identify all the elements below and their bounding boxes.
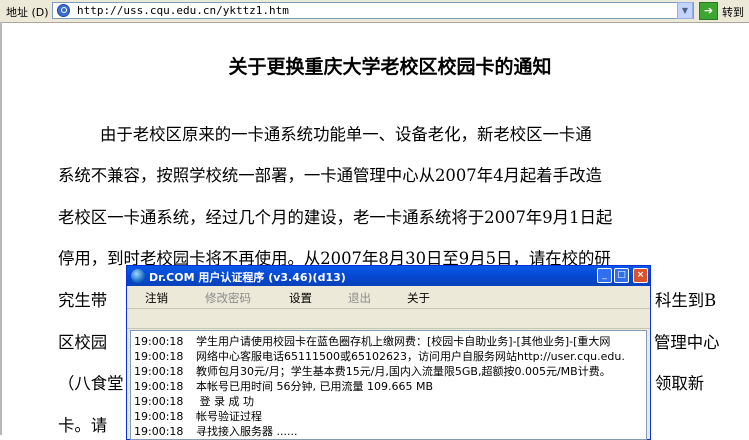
log-row: 19:00:18 网络中心客服电话65111500或65102623，访问用户自服… [134, 348, 625, 364]
paragraph-line: 管理中心 [654, 333, 720, 352]
go-arrow-icon[interactable]: ➔ [699, 2, 718, 20]
client-titlebar[interactable]: Dr.COM 用户认证程序 (v3.46)(d13) _ □ × [127, 266, 650, 286]
log-text: 帐号验证过程 [196, 410, 262, 423]
app-globe-icon [131, 269, 145, 283]
page-title: 关于更换重庆大学老校区校园卡的通知 [228, 56, 552, 78]
menu-about[interactable]: 关于 [407, 290, 430, 306]
log-time: 19:00:18 [134, 365, 184, 378]
address-label: 地址 (D) [6, 6, 49, 19]
address-input[interactable]: http://uss.cqu.edu.cn/ykttz1.htm [52, 2, 694, 19]
minimize-icon[interactable]: _ [597, 268, 612, 283]
log-text: 网络中心客服电话65111500或65102623，访问用户自服务网站http:… [196, 350, 625, 363]
paragraph-line: 科生到B [655, 291, 717, 310]
paragraph-line: 卡。请 [58, 416, 108, 435]
log-time: 19:00:18 [134, 350, 184, 363]
menu-exit[interactable]: 退出 [348, 290, 371, 306]
log-row: 19:00:18 帐号验证过程 [134, 408, 262, 424]
log-text: 教师包月30元/月；学生基本费15元/月,国内入流量限5GB,超额按0.005元… [196, 365, 611, 378]
log-text: 本帐号已用时间 56分钟, 已用流量 109.665 MB [196, 380, 434, 393]
paragraph-line: （八食堂 [58, 374, 124, 393]
go-button[interactable]: 转到 [722, 4, 744, 20]
close-icon[interactable]: × [633, 268, 648, 283]
paragraph-line: 由于老校区原来的一卡通系统功能单一、设备老化，新老校区一卡通 [100, 125, 592, 144]
log-list[interactable]: 19:00:18 学生用户请使用校园卡在蓝色圈存机上缴网费：[校园卡自助业务]-[… [130, 330, 647, 440]
maximize-icon[interactable]: □ [614, 268, 629, 283]
log-time: 19:00:18 [134, 335, 184, 348]
drcom-client-window: Dr.COM 用户认证程序 (v3.46)(d13) _ □ × 注销 修改密码… [126, 265, 651, 440]
log-text: 寻找接入服务器 ...... [196, 425, 298, 438]
log-time: 19:00:18 [134, 410, 184, 423]
log-row: 19:00:18 学生用户请使用校园卡在蓝色圈存机上缴网费：[校园卡自助业务]-[… [134, 333, 610, 349]
log-text: 登 录 成 功 [196, 395, 254, 408]
paragraph-line: 领取新 [655, 374, 705, 393]
page-left-border [0, 22, 2, 435]
log-time: 19:00:18 [134, 395, 184, 408]
log-time: 19:00:18 [134, 425, 184, 438]
paragraph-line: 究生带 [58, 291, 108, 310]
divider [127, 328, 650, 329]
client-menubar: 注销 修改密码 设置 退出 关于 [127, 286, 650, 309]
paragraph-line: 系统不兼容，按照学校统一部署，一卡通管理中心从2007年4月起着手改造 [58, 166, 602, 185]
menu-change-password[interactable]: 修改密码 [205, 290, 251, 306]
log-row: 19:00:18 登 录 成 功 [134, 393, 254, 409]
log-row: 19:00:18 教师包月30元/月；学生基本费15元/月,国内入流量限5GB,超… [134, 363, 611, 379]
log-time: 19:00:18 [134, 380, 184, 393]
log-text: 学生用户请使用校园卡在蓝色圈存机上缴网费：[校园卡自助业务]-[其他业务]-[重… [196, 335, 611, 348]
log-row: 19:00:18 本帐号已用时间 56分钟, 已用流量 109.665 MB [134, 378, 433, 394]
client-title: Dr.COM 用户认证程序 (v3.46)(d13) [149, 271, 346, 284]
address-url[interactable]: http://uss.cqu.edu.cn/ykttz1.htm [77, 4, 289, 17]
paragraph-line: 区校园 [58, 333, 108, 352]
address-bar: 地址 (D) http://uss.cqu.edu.cn/ykttz1.htm … [0, 0, 749, 23]
menu-logout[interactable]: 注销 [145, 290, 168, 306]
paragraph-line: 老校区一卡通系统，经过几个月的建设，老一卡通系统将于2007年9月1日起 [58, 208, 613, 227]
log-row: 19:00:18 寻找接入服务器 ...... [134, 423, 297, 439]
page-icon [57, 4, 70, 17]
menu-settings[interactable]: 设置 [289, 290, 312, 306]
chevron-down-icon[interactable]: ▼ [677, 2, 693, 19]
